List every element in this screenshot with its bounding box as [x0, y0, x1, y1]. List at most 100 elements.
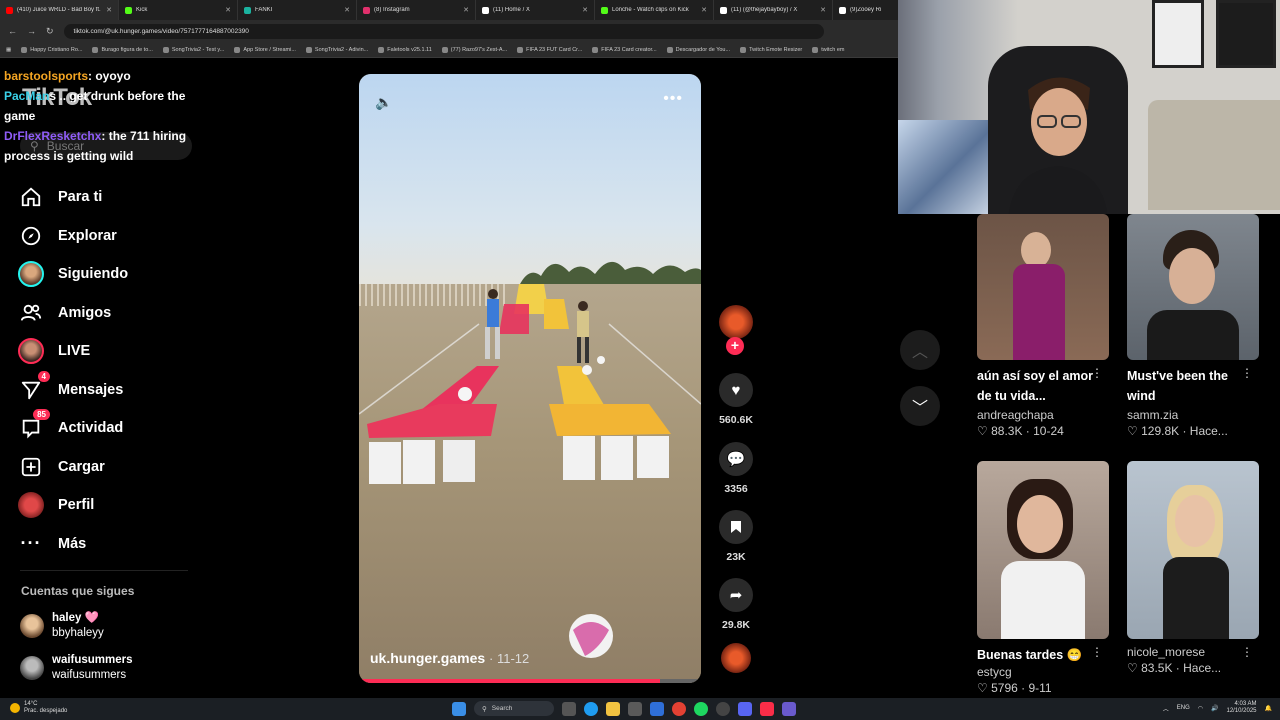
browser-tab[interactable]: (9)Zooey Ri✕: [833, 0, 900, 20]
bookmark-item[interactable]: (77) Razo97's Zest-A...: [441, 46, 507, 53]
music-icon[interactable]: [760, 701, 774, 716]
sidebar-item-actividad[interactable]: 85 Actividad: [18, 409, 198, 448]
sound-disc[interactable]: [716, 643, 756, 673]
card-user[interactable]: andreagchapa: [977, 408, 1109, 422]
follow-plus-icon[interactable]: +: [726, 337, 744, 355]
bookmark-label: Descargador de You...: [675, 46, 731, 53]
browser-tab[interactable]: FANKI ✕: [238, 0, 357, 20]
close-tab-icon[interactable]: ✕: [344, 6, 350, 14]
discord-icon[interactable]: [738, 701, 752, 716]
bookmark-item[interactable]: Happy Cristiano Ro...: [21, 46, 82, 53]
bookmark-item[interactable]: Faletools v25.1.11: [378, 46, 432, 53]
card-menu-icon[interactable]: ⋮: [1091, 645, 1103, 659]
mute-icon[interactable]: 🔈: [375, 94, 392, 111]
like-button[interactable]: ♥ 560.6K: [716, 373, 756, 426]
card-menu-icon[interactable]: ⋮: [1241, 366, 1253, 380]
next-video-button[interactable]: ﹀: [900, 386, 940, 426]
back-icon[interactable]: ←: [8, 26, 17, 36]
bookmark-item[interactable]: FIFA 23 FUT Card Cr...: [517, 46, 583, 53]
browser-tab[interactable]: (11) Home / X ✕: [476, 0, 595, 20]
task-view-icon[interactable]: [562, 701, 576, 716]
weather-widget[interactable]: 14°C Prac. despejado: [10, 701, 67, 715]
heart-icon: ♥: [719, 373, 753, 407]
close-tab-icon[interactable]: ✕: [582, 6, 588, 14]
video-player[interactable]: 🔈 ••• uk.hunger.games · 11-12: [359, 74, 701, 683]
volume-icon[interactable]: 🔊: [1211, 705, 1218, 712]
windows-start-icon[interactable]: [452, 701, 466, 716]
bookmark-item[interactable]: Burago figura de to...: [92, 46, 153, 53]
bookmark-item[interactable]: SongTrivia2 - Adivin...: [305, 46, 368, 53]
clock[interactable]: 4:03 AM 12/10/2025: [1226, 701, 1256, 715]
sidebar-item-perfil[interactable]: Perfil: [18, 486, 198, 525]
bookmark-item[interactable]: Twitch Emote Resizer: [740, 46, 802, 53]
chrome-icon[interactable]: [672, 701, 686, 716]
close-tab-icon[interactable]: ✕: [106, 6, 112, 14]
following-account[interactable]: waifusummers waifusummers: [20, 653, 200, 683]
creator-avatar[interactable]: +: [716, 305, 756, 355]
close-tab-icon[interactable]: ✕: [820, 6, 826, 14]
more-options-icon[interactable]: •••: [663, 90, 683, 108]
url-input[interactable]: tiktok.com/@uk.hunger.games/video/757177…: [63, 23, 824, 39]
taskbar-search[interactable]: ⚲ Search: [474, 701, 554, 716]
card-user[interactable]: nicole_morese: [1127, 645, 1259, 659]
card-user[interactable]: samm.zia: [1127, 408, 1259, 422]
bookmark-label: Burago figura de to...: [101, 46, 153, 53]
close-tab-icon[interactable]: ✕: [701, 6, 707, 14]
browser-tab[interactable]: Kick ✕: [119, 0, 238, 20]
store-icon[interactable]: [628, 701, 642, 716]
browser-tab[interactable]: (11) (@thejaybayboy) / X ✕: [714, 0, 833, 20]
sidebar-item-amigos[interactable]: Amigos: [18, 294, 198, 333]
edge-icon[interactable]: [584, 701, 598, 716]
bookmark-item[interactable]: Descargador de You...: [666, 46, 731, 53]
sidebar-item-explorar[interactable]: Explorar: [18, 217, 198, 256]
wifi-icon[interactable]: ◠: [1198, 705, 1203, 712]
browser-tab[interactable]: Lonche - Watch clips on Kick ✕: [595, 0, 714, 20]
mail-icon[interactable]: [650, 701, 664, 716]
video-card[interactable]: ⋮ nicole_morese ♡ 83.5K · Hace...: [1127, 461, 1259, 675]
comment-count: 3356: [724, 483, 748, 495]
obs-icon[interactable]: [716, 701, 730, 716]
bookmark-item[interactable]: twitch em: [812, 46, 845, 53]
browser-tab[interactable]: (8) Instagram ✕: [357, 0, 476, 20]
profile-avatar: [18, 492, 44, 519]
bookmark-label: FIFA 23 FUT Card Cr...: [526, 46, 583, 53]
file-explorer-icon[interactable]: [606, 701, 620, 716]
browser-tab[interactable]: (410) Juice WRLD - Bad Boy ft. ✕: [0, 0, 119, 20]
video-thumbnail: [977, 461, 1109, 639]
following-account[interactable]: haley 🩷 bbyhaleyy: [20, 611, 200, 641]
forward-icon[interactable]: →: [27, 26, 36, 36]
video-card[interactable]: ⋮ Must've been the wind samm.zia ♡ 129.8…: [1127, 214, 1259, 438]
video-progress-bar[interactable]: [359, 679, 701, 683]
bookmark-label: twitch em: [821, 46, 845, 53]
notifications-icon[interactable]: 🔔: [1265, 705, 1272, 712]
comment-button[interactable]: 💬 3356: [716, 442, 756, 495]
lang-indicator[interactable]: ENG: [1177, 705, 1190, 711]
previous-video-button[interactable]: ︿: [900, 330, 940, 370]
reload-icon[interactable]: ↻: [46, 26, 54, 37]
share-icon: ➦: [719, 578, 753, 612]
bookmark-item[interactable]: App Store / Streami...: [234, 46, 296, 53]
save-button[interactable]: 23K: [716, 510, 756, 563]
share-button[interactable]: ➦ 29.8K: [716, 578, 756, 631]
sidebar-item-para-ti[interactable]: Para ti: [18, 178, 198, 217]
spotify-icon[interactable]: [694, 701, 708, 716]
sidebar-item-live[interactable]: LIVE: [18, 332, 198, 371]
card-menu-icon[interactable]: ⋮: [1241, 645, 1253, 659]
card-user[interactable]: estycg: [977, 665, 1109, 679]
app-icon[interactable]: [782, 701, 796, 716]
video-card[interactable]: ⋮ Buenas tardes 😁 estycg ♡ 5796 · 9-11: [977, 461, 1109, 695]
bookmark-item[interactable]: FIFA 23 Card creator...: [592, 46, 657, 53]
card-menu-icon[interactable]: ⋮: [1091, 366, 1103, 380]
close-tab-icon[interactable]: ✕: [225, 6, 231, 14]
close-tab-icon[interactable]: ✕: [463, 6, 469, 14]
sidebar-item-mensajes[interactable]: 4 Mensajes: [18, 370, 198, 410]
bookmark-icon: [719, 510, 753, 544]
video-author[interactable]: uk.hunger.games: [370, 650, 485, 666]
apps-grid-icon[interactable]: ▦: [6, 47, 11, 53]
sidebar-item-cargar[interactable]: Cargar: [18, 448, 198, 487]
video-card[interactable]: ⋮ aún así soy el amor de tu vida... andr…: [977, 214, 1109, 438]
sidebar-item-siguiendo[interactable]: Siguiendo: [18, 255, 198, 294]
bookmark-item[interactable]: SongTrivia2 - Test y...: [162, 46, 224, 53]
sidebar-item-mas[interactable]: ··· Más: [18, 525, 198, 564]
tray-chevron-icon[interactable]: ︿: [1163, 704, 1169, 713]
